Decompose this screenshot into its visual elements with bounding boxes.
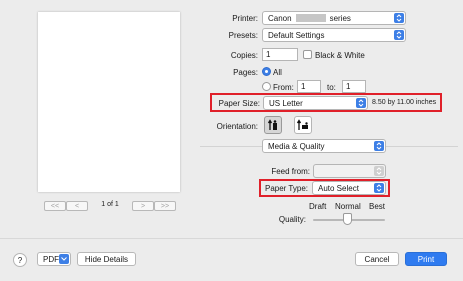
landscape-orientation-button[interactable] bbox=[294, 116, 312, 134]
paper-size-popup[interactable]: US Letter bbox=[263, 96, 368, 110]
previous-page-label: < bbox=[74, 202, 80, 210]
printer-popup[interactable]: Canon series bbox=[262, 11, 406, 25]
pages-range-radio[interactable] bbox=[262, 82, 271, 91]
portrait-orientation-button[interactable] bbox=[264, 116, 282, 134]
help-button[interactable]: ? bbox=[13, 253, 27, 267]
first-page-button[interactable]: << bbox=[44, 201, 66, 211]
paper-type-label: Paper Type: bbox=[265, 184, 308, 193]
pages-all-radio[interactable] bbox=[262, 67, 271, 76]
section-value: Media & Quality bbox=[268, 141, 325, 151]
pages-from-label: From: bbox=[273, 83, 294, 92]
print-button[interactable]: Print bbox=[405, 252, 447, 266]
last-page-button[interactable]: >> bbox=[154, 201, 176, 211]
quality-normal-label: Normal bbox=[335, 202, 361, 211]
copies-field[interactable]: 1 bbox=[262, 48, 298, 61]
pages-all-label: All bbox=[273, 68, 282, 77]
hide-details-button[interactable]: Hide Details bbox=[77, 252, 136, 266]
popup-arrows-icon bbox=[374, 166, 384, 176]
pages-to-label: to: bbox=[327, 83, 336, 92]
chevron-down-icon bbox=[59, 254, 69, 264]
section-popup[interactable]: Media & Quality bbox=[262, 139, 386, 153]
page-count: 1 of 1 bbox=[101, 201, 119, 208]
next-page-button[interactable]: > bbox=[132, 201, 154, 211]
printer-model-redacted bbox=[295, 14, 326, 22]
pages-label: Pages: bbox=[233, 68, 258, 77]
print-label: Print bbox=[417, 254, 435, 264]
popup-arrows-icon bbox=[374, 141, 384, 151]
paper-type-popup[interactable]: Auto Select bbox=[312, 181, 386, 195]
hide-details-label: Hide Details bbox=[84, 254, 129, 264]
printer-label: Printer: bbox=[232, 14, 258, 23]
pages-from-field[interactable]: 1 bbox=[297, 80, 321, 93]
previous-page-button[interactable]: < bbox=[66, 201, 88, 211]
black-white-label: Black & White bbox=[315, 51, 365, 60]
cancel-button[interactable]: Cancel bbox=[355, 252, 399, 266]
presets-popup[interactable]: Default Settings bbox=[262, 28, 406, 42]
next-page-label: > bbox=[140, 202, 146, 210]
feed-from-popup[interactable] bbox=[313, 164, 386, 178]
printer-name-prefix: Canon bbox=[268, 13, 292, 23]
last-page-label: >> bbox=[160, 202, 170, 210]
first-page-label: << bbox=[50, 202, 60, 210]
printer-name-suffix: series bbox=[329, 13, 351, 23]
landscape-icon bbox=[296, 119, 308, 130]
page-preview bbox=[38, 12, 180, 192]
quality-best-label: Best bbox=[369, 202, 386, 211]
footer-divider bbox=[0, 238, 463, 239]
presets-label: Presets: bbox=[228, 31, 258, 40]
quality-label: Quality: bbox=[278, 215, 306, 224]
pdf-label: PDF bbox=[43, 254, 59, 264]
popup-arrows-icon bbox=[394, 13, 404, 23]
portrait-icon bbox=[267, 119, 277, 130]
feed-from-label: Feed from: bbox=[271, 167, 310, 176]
paper-size-value: US Letter bbox=[269, 98, 303, 108]
paper-type-value: Auto Select bbox=[318, 183, 359, 193]
copies-label: Copies: bbox=[230, 51, 258, 60]
help-icon: ? bbox=[17, 255, 23, 265]
quality-draft-label: Draft bbox=[309, 202, 327, 211]
cancel-label: Cancel bbox=[364, 254, 390, 264]
popup-arrows-icon bbox=[356, 98, 366, 108]
black-white-checkbox[interactable] bbox=[303, 50, 312, 59]
popup-arrows-icon bbox=[374, 183, 384, 193]
orientation-label: Orientation: bbox=[216, 122, 258, 131]
pages-to-field[interactable]: 1 bbox=[342, 80, 366, 93]
pdf-menu-button[interactable]: PDF bbox=[37, 252, 71, 266]
quality-slider-thumb[interactable] bbox=[343, 213, 352, 225]
popup-arrows-icon bbox=[394, 30, 404, 40]
paper-dimensions: 8.50 by 11.00 inches bbox=[372, 99, 437, 106]
presets-value: Default Settings bbox=[268, 30, 325, 40]
paper-size-label: Paper Size: bbox=[218, 99, 260, 108]
